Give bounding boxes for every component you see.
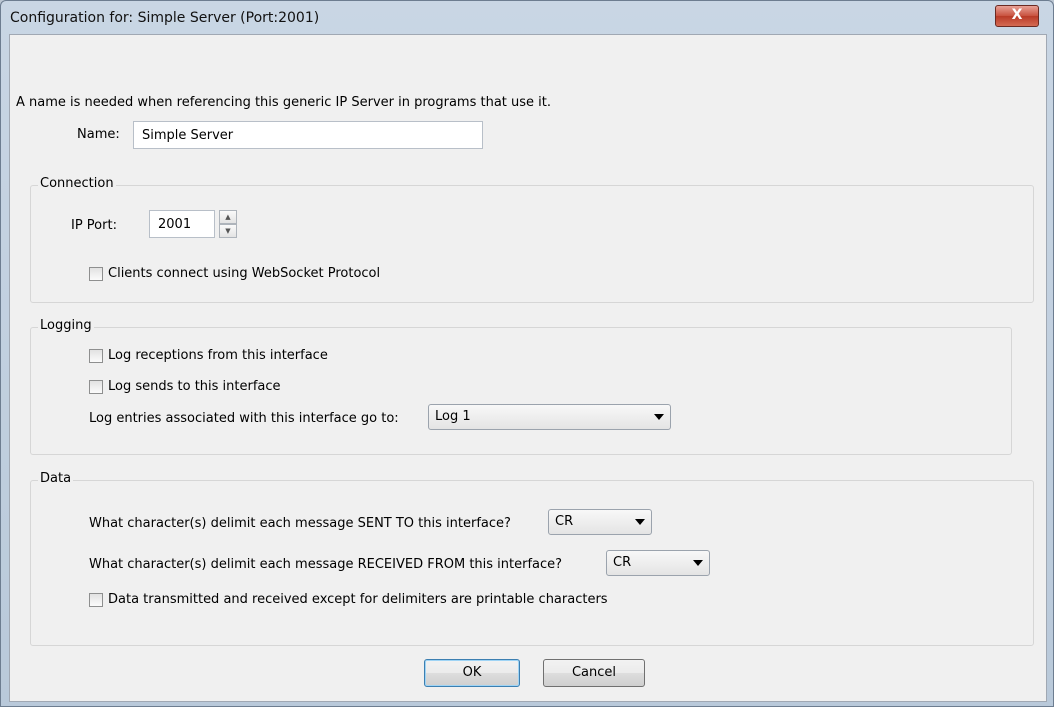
name-input[interactable]: Simple Server bbox=[133, 121, 483, 149]
spin-down-icon: ▼ bbox=[225, 227, 231, 235]
dialog-body: A name is needed when referencing this g… bbox=[9, 34, 1047, 702]
log-sends-label: Log sends to this interface bbox=[108, 379, 281, 394]
dialog-window: Configuration for: Simple Server (Port:2… bbox=[0, 0, 1054, 707]
log-receptions-label: Log receptions from this interface bbox=[108, 348, 328, 363]
sent-delimiter-select[interactable]: CR bbox=[548, 509, 652, 535]
log-receptions-checkbox[interactable] bbox=[89, 349, 103, 363]
received-delimiter-select[interactable]: CR bbox=[606, 550, 710, 576]
log-destination-value: Log 1 bbox=[435, 409, 471, 424]
connection-group-label: Connection bbox=[38, 176, 116, 191]
cancel-button[interactable]: Cancel bbox=[543, 659, 645, 687]
data-group: Data What character(s) delimit each mess… bbox=[30, 471, 1034, 646]
chevron-down-icon bbox=[693, 560, 703, 566]
data-group-label: Data bbox=[38, 471, 74, 486]
close-button[interactable]: X bbox=[995, 5, 1039, 27]
logging-group-label: Logging bbox=[38, 318, 94, 333]
log-destination-select[interactable]: Log 1 bbox=[428, 404, 671, 430]
websocket-label: Clients connect using WebSocket Protocol bbox=[108, 266, 381, 281]
port-spin-up-button[interactable]: ▲ bbox=[219, 210, 237, 224]
intro-text: A name is needed when referencing this g… bbox=[16, 95, 552, 110]
chevron-down-icon bbox=[654, 414, 664, 420]
ip-port-label: IP Port: bbox=[71, 218, 117, 233]
log-destination-label: Log entries associated with this interfa… bbox=[89, 411, 399, 426]
window-title: Configuration for: Simple Server (Port:2… bbox=[10, 10, 320, 26]
printable-characters-checkbox[interactable] bbox=[89, 593, 103, 607]
printable-characters-label: Data transmitted and received except for… bbox=[108, 592, 608, 607]
sent-delimiter-label: What character(s) delimit each message S… bbox=[89, 516, 511, 531]
received-delimiter-value: CR bbox=[613, 555, 632, 570]
ok-button[interactable]: OK bbox=[424, 659, 520, 687]
sent-delimiter-value: CR bbox=[555, 514, 574, 529]
port-spin-down-button[interactable]: ▼ bbox=[219, 224, 237, 238]
websocket-checkbox[interactable] bbox=[89, 267, 103, 281]
ip-port-input[interactable]: 2001 bbox=[149, 210, 215, 238]
close-icon: X bbox=[1011, 7, 1023, 23]
title-bar[interactable]: Configuration for: Simple Server (Port:2… bbox=[1, 1, 1053, 34]
received-delimiter-label: What character(s) delimit each message R… bbox=[89, 557, 563, 572]
spin-up-icon: ▲ bbox=[225, 213, 231, 221]
name-label: Name: bbox=[77, 127, 120, 142]
chevron-down-icon bbox=[635, 519, 645, 525]
log-sends-checkbox[interactable] bbox=[89, 380, 103, 394]
connection-group: Connection IP Port: 2001 ▲ ▼ Clients con… bbox=[30, 176, 1034, 303]
logging-group: Logging Log receptions from this interfa… bbox=[30, 318, 1012, 455]
